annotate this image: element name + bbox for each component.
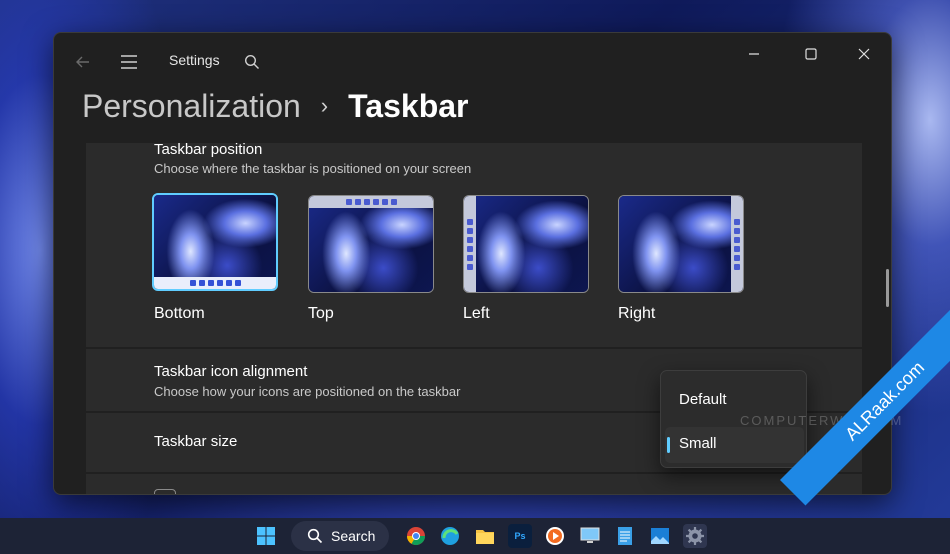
breadcrumb-separator: › [320, 93, 329, 118]
windows-logo-icon [257, 527, 275, 545]
taskbar-preview [464, 196, 476, 292]
play-icon [546, 527, 564, 545]
position-option-top[interactable] [308, 195, 434, 293]
dropdown-option-default[interactable]: Default [679, 391, 727, 408]
folder-icon [476, 530, 494, 544]
monitor-icon [580, 527, 600, 543]
next-setting-card[interactable] [86, 474, 862, 494]
position-option-left[interactable] [463, 195, 589, 293]
start-button[interactable] [254, 524, 278, 548]
scrollbar-thumb[interactable] [886, 269, 889, 307]
chrome-icon [407, 527, 425, 546]
position-label-left: Left [463, 305, 490, 322]
edge-icon [441, 527, 459, 545]
close-icon [858, 48, 870, 60]
taskbar-search-label: Search [331, 528, 376, 544]
notepad-icon [618, 527, 632, 545]
checkbox[interactable] [154, 489, 176, 494]
wallpaper-preview [154, 195, 276, 289]
gear-icon [686, 527, 704, 545]
taskbar-preview [731, 196, 743, 292]
wallpaper-preview [464, 196, 588, 292]
position-option-right[interactable] [618, 195, 744, 293]
maximize-button[interactable] [788, 39, 834, 69]
search-icon [307, 528, 323, 544]
photoshop-app[interactable]: Ps [508, 524, 532, 548]
menu-button[interactable] [114, 47, 144, 77]
app-title: Settings [169, 52, 220, 68]
selected-indicator [667, 437, 670, 453]
position-label-bottom: Bottom [154, 305, 205, 322]
file-explorer-app[interactable] [473, 524, 497, 548]
wallpaper-preview [619, 196, 743, 292]
media-player-app[interactable] [543, 524, 567, 548]
back-button[interactable] [68, 47, 98, 77]
search-icon [244, 54, 259, 69]
title-bar: Settings [54, 33, 891, 89]
page-title: Taskbar [348, 88, 469, 124]
breadcrumb-parent[interactable]: Personalization [82, 88, 301, 125]
icon-alignment-description: Choose how your icons are positioned on … [154, 384, 461, 399]
minimize-icon [749, 53, 759, 55]
chrome-app[interactable] [404, 524, 428, 548]
close-button[interactable] [841, 39, 887, 69]
photos-app[interactable] [648, 524, 672, 548]
taskbar-search[interactable]: Search [291, 521, 389, 551]
taskbar-position-title: Taskbar position [154, 143, 263, 158]
photos-icon [651, 528, 669, 544]
arrow-left-icon [76, 56, 89, 68]
wallpaper-preview [309, 196, 433, 292]
icon-alignment-title: Taskbar icon alignment [154, 363, 308, 380]
position-label-right: Right [618, 305, 656, 322]
notepad-app[interactable] [613, 524, 637, 548]
taskbar-preview [154, 277, 276, 289]
search-button[interactable] [237, 47, 267, 77]
control-panel-app[interactable] [578, 524, 602, 548]
position-label-top: Top [308, 305, 334, 322]
settings-app[interactable] [683, 524, 707, 548]
taskbar-position-card: Taskbar position Choose where the taskba… [86, 143, 862, 347]
hamburger-icon [121, 55, 137, 69]
edge-app[interactable] [438, 524, 462, 548]
taskbar-preview [309, 196, 433, 208]
minimize-button[interactable] [731, 39, 777, 69]
taskbar-position-description: Choose where the taskbar is positioned o… [154, 161, 472, 176]
maximize-icon [805, 48, 817, 60]
taskbar-size-title: Taskbar size [154, 433, 238, 450]
position-option-bottom[interactable] [152, 193, 278, 291]
breadcrumb: Personalization › Taskbar [82, 88, 468, 125]
photoshop-icon: Ps [514, 531, 526, 541]
dropdown-option-small[interactable]: Small [679, 435, 717, 452]
